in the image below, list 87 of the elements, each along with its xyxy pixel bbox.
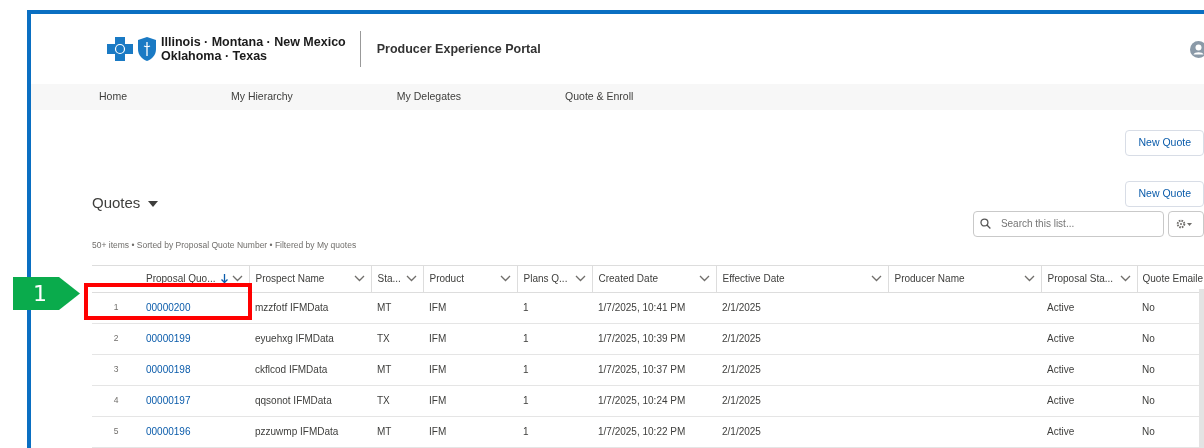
column-header[interactable]: Plans Q...	[517, 265, 592, 293]
column-header[interactable]: Effective Date	[716, 265, 888, 293]
table-cell: MT	[377, 302, 392, 314]
new-quote-button[interactable]: New Quote	[1125, 180, 1204, 207]
table-cell: Active	[1047, 333, 1075, 345]
column-header[interactable]: Prospect Name	[249, 265, 371, 293]
nav-link-item[interactable]: My Delegates	[396, 89, 462, 105]
table-cell: pzzuwmp IFMData	[255, 426, 339, 438]
quote-number-link[interactable]: 00000199	[146, 333, 191, 345]
row-number: 5	[92, 416, 140, 448]
table-cell: No	[1142, 333, 1155, 345]
row-number: 2	[92, 323, 140, 355]
chevron-down-icon[interactable]	[499, 275, 511, 283]
table-cell: No	[1142, 302, 1155, 314]
table-cell: IFM	[429, 364, 447, 376]
column-header[interactable]: Created Date	[592, 265, 716, 293]
quote-number-link[interactable]: 00000200	[146, 302, 191, 314]
table-cell: IFM	[429, 302, 447, 314]
chevron-down-icon[interactable]	[1023, 275, 1035, 283]
shield-logo-icon	[137, 36, 157, 62]
table-cell: IFM	[429, 395, 447, 407]
portal-title: Producer Experience Portal	[376, 40, 541, 58]
chevron-down-icon[interactable]	[1119, 275, 1131, 283]
search-field[interactable]: Search this list...	[973, 210, 1164, 237]
chevron-down-icon[interactable]	[405, 275, 417, 283]
list-summary: 50+ items • Sorted by Proposal Quote Number • Filtered by My quotes	[92, 239, 357, 250]
row-number: 3	[92, 354, 140, 386]
nav-link-item[interactable]: Quote & Enroll	[565, 89, 634, 105]
table-cell: 2/1/2025	[722, 395, 761, 407]
chevron-down-icon[interactable]	[698, 275, 710, 283]
table-cell: ckflcod IFMData	[255, 364, 328, 376]
column-header[interactable]: Proposal Sta...	[1041, 265, 1137, 293]
table-cell: 1/7/2025, 10:37 PM	[598, 364, 686, 376]
step-callout-badge: 1	[13, 277, 80, 310]
chevron-down-icon[interactable]	[870, 275, 882, 283]
table-cell: MT	[377, 364, 392, 376]
row-number: 1	[92, 292, 140, 324]
table-cell: 1	[523, 333, 529, 345]
column-header[interactable]: Producer Name	[888, 265, 1041, 293]
new-quote-button[interactable]: New Quote	[1125, 130, 1204, 156]
search-input[interactable]: Search this list...	[998, 215, 1157, 232]
list-title: Quotes	[92, 192, 141, 213]
table-cell: 1	[523, 395, 529, 407]
row-number: 4	[92, 385, 140, 417]
table-cell: 1	[523, 364, 529, 376]
chevron-down-icon[interactable]	[353, 275, 365, 283]
brand-name: Illinois · Montana · New Mexico Oklahoma · Texas	[161, 35, 346, 63]
quote-number-link[interactable]: 00000197	[146, 395, 191, 407]
table-cell: No	[1142, 364, 1155, 376]
cross-logo-icon	[107, 37, 133, 61]
column-header[interactable]: Sta...	[371, 265, 423, 293]
table-cell: Active	[1047, 426, 1075, 438]
table-cell: Active	[1047, 364, 1075, 376]
table-cell: IFM	[429, 333, 447, 345]
caret-down-icon[interactable]	[148, 200, 159, 207]
table-cell: Active	[1047, 395, 1075, 407]
table-cell: No	[1142, 395, 1155, 407]
table-cell: 2/1/2025	[722, 426, 761, 438]
table-cell: 1/7/2025, 10:39 PM	[598, 333, 686, 345]
settings-button[interactable]	[1168, 210, 1204, 237]
table-cell: eyuehxg IFMData	[255, 333, 334, 345]
table-cell: mzzfotf IFMData	[255, 302, 329, 314]
table-cell: 2/1/2025	[722, 333, 761, 345]
table-cell: 1/7/2025, 10:24 PM	[598, 395, 686, 407]
table-cell: Active	[1047, 302, 1075, 314]
quote-number-link[interactable]: 00000198	[146, 364, 191, 376]
table-cell: TX	[377, 333, 390, 345]
chevron-down-icon[interactable]	[574, 275, 586, 283]
table-cell: qqsonot IFMData	[255, 395, 332, 407]
table-cell: 1/7/2025, 10:41 PM	[598, 302, 686, 314]
table-cell: 1/7/2025, 10:22 PM	[598, 426, 686, 438]
chevron-down-icon[interactable]	[231, 275, 243, 283]
table-cell: 2/1/2025	[722, 302, 761, 314]
table-cell: TX	[377, 395, 390, 407]
table-cell: 1	[523, 426, 529, 438]
table-cell: 2/1/2025	[722, 364, 761, 376]
table-cell: No	[1142, 426, 1155, 438]
nav-link-item[interactable]: My Hierarchy	[231, 89, 293, 105]
nav-link-item[interactable]: Home	[99, 89, 127, 105]
quote-number-link[interactable]: 00000196	[146, 426, 191, 438]
table-cell: MT	[377, 426, 392, 438]
column-header[interactable]: Product	[423, 265, 517, 293]
table-cell: 1	[523, 302, 529, 314]
table-cell: IFM	[429, 426, 447, 438]
search-icon	[980, 218, 991, 229]
user-avatar-icon[interactable]	[1190, 41, 1204, 59]
column-header[interactable]: Proposal Quo...	[140, 265, 249, 293]
